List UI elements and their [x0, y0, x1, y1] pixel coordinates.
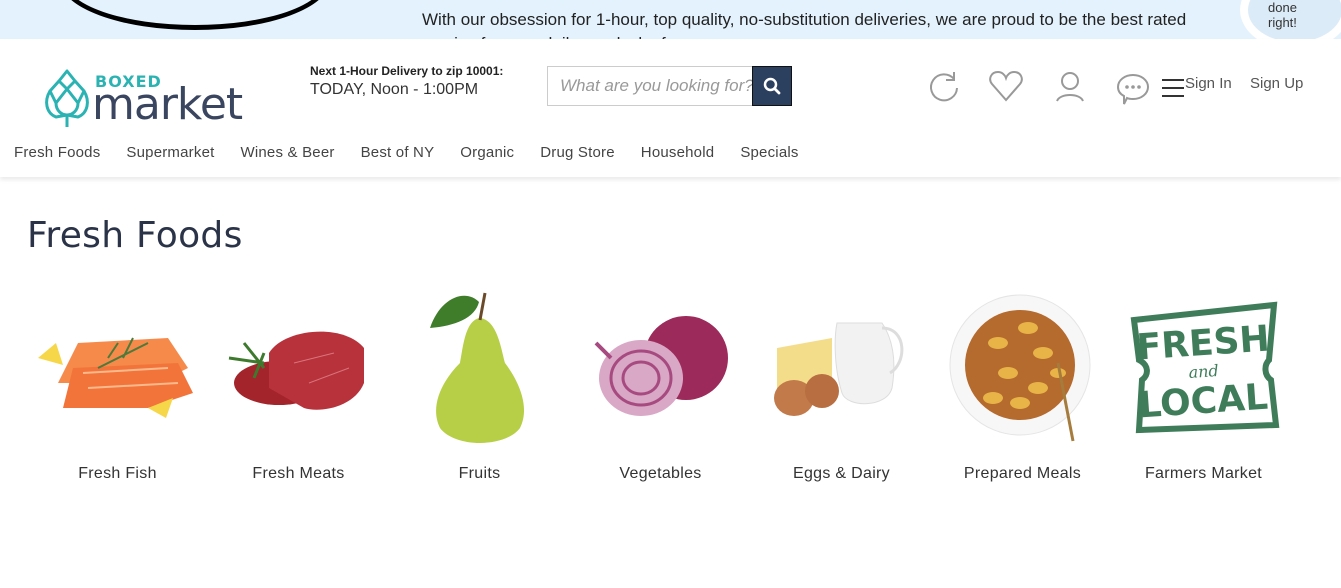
logo[interactable]: BOXED market [42, 67, 243, 130]
nav-wines-beer[interactable]: Wines & Beer [240, 144, 334, 161]
eggs-dairy-image [751, 285, 932, 450]
fresh-fish-image [27, 285, 208, 450]
main-nav: Fresh Foods Supermarket Wines & Beer Bes… [14, 144, 825, 161]
nav-best-of-ny[interactable]: Best of NY [361, 144, 435, 161]
chat-button[interactable] [1116, 72, 1150, 111]
fruits-image [389, 285, 570, 450]
fresh-meats-image [208, 285, 389, 450]
badge-line-1: done [1268, 0, 1297, 15]
category-prepared-meals[interactable]: Prepared Meals [932, 285, 1113, 483]
category-label: Eggs & Dairy [793, 465, 890, 482]
menu-icon [1162, 79, 1184, 97]
search-input[interactable] [548, 67, 752, 105]
chat-icon [1116, 73, 1150, 105]
category-label: Fruits [458, 465, 501, 482]
account-button[interactable] [1054, 70, 1086, 109]
reorder-button[interactable] [927, 69, 961, 108]
badge-text: done right! [1268, 0, 1297, 30]
badge-line-2: right! [1268, 15, 1297, 30]
category-farmers-market[interactable]: FRESH and LOCAL Farmers Market [1113, 285, 1294, 483]
search-icon [763, 77, 781, 95]
delivery-info: Next 1-Hour Delivery to zip 10001: TODAY… [310, 64, 503, 99]
nav-fresh-foods[interactable]: Fresh Foods [14, 144, 100, 161]
heart-icon [989, 70, 1023, 102]
delivery-time: TODAY, Noon - 1:00PM [310, 81, 479, 98]
category-label: Prepared Meals [963, 465, 1082, 482]
category-label: Farmers Market [1144, 465, 1263, 482]
category-label: Vegetables [619, 465, 702, 482]
search-button[interactable] [752, 66, 792, 106]
category-fruits[interactable]: Fruits [389, 285, 570, 483]
category-grid: Fresh Fish Fresh Meats Fruits Vegetables… [27, 285, 1294, 483]
user-icon [1056, 72, 1084, 102]
sign-in-link[interactable]: Sign In [1185, 75, 1232, 92]
nav-specials[interactable]: Specials [740, 144, 798, 161]
nav-household[interactable]: Household [641, 144, 715, 161]
category-label: Fresh Fish [78, 465, 157, 482]
category-fresh-meats[interactable]: Fresh Meats [208, 285, 389, 483]
banner-text: With our obsession for 1-hour, top quali… [422, 10, 1187, 39]
page-title: Fresh Foods [27, 215, 243, 256]
vegetables-image [570, 285, 751, 450]
artichoke-logo-icon [45, 69, 89, 127]
logo-market-text: market [92, 79, 243, 130]
menu-button[interactable] [1162, 78, 1184, 103]
sign-up-link[interactable]: Sign Up [1250, 75, 1303, 92]
nav-organic[interactable]: Organic [460, 144, 514, 161]
search-bar [547, 66, 792, 106]
category-label: Fresh Meats [252, 465, 345, 482]
nav-supermarket[interactable]: Supermarket [126, 144, 214, 161]
svg-text:LOCAL: LOCAL [1137, 377, 1269, 427]
prepared-meals-image [932, 285, 1113, 450]
nav-drug-store[interactable]: Drug Store [540, 144, 615, 161]
refresh-icon [930, 72, 958, 102]
site-header: BOXED market Next 1-Hour Delivery to zip… [0, 39, 1341, 177]
svg-text:and: and [1187, 361, 1218, 382]
speech-bubble-graphic [60, 0, 330, 30]
promo-banner: With our obsession for 1-hour, top quali… [0, 0, 1341, 39]
category-eggs-dairy[interactable]: Eggs & Dairy [751, 285, 932, 483]
delivery-label: Next 1-Hour Delivery to zip 10001: [310, 64, 504, 78]
wishlist-button[interactable] [988, 69, 1024, 108]
farmers-market-image: FRESH and LOCAL [1113, 285, 1294, 450]
category-fresh-fish[interactable]: Fresh Fish [27, 285, 208, 483]
category-vegetables[interactable]: Vegetables [570, 285, 751, 483]
